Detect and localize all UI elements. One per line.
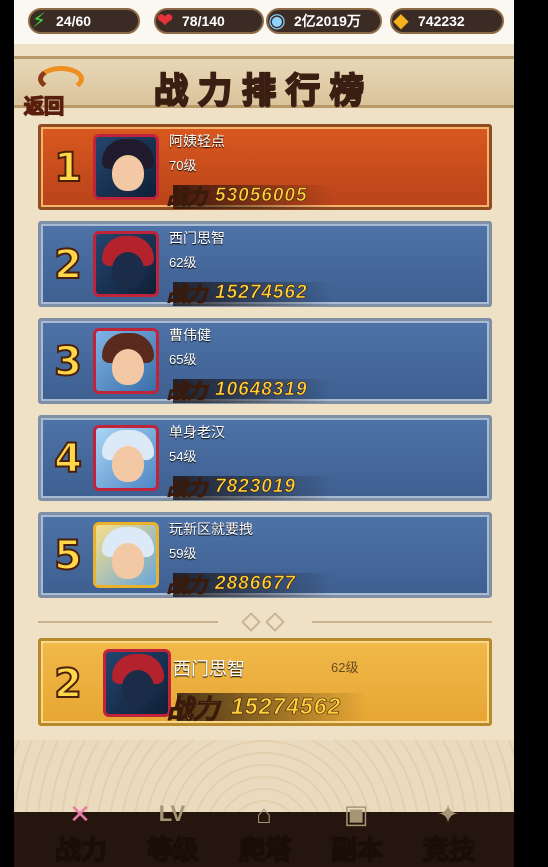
player-name: 阿姨轻点 [169, 133, 225, 149]
player-level: 59级 [169, 546, 197, 561]
tab-label: 等级 [146, 835, 200, 867]
my-player-level: 62级 [331, 660, 359, 675]
player-name: 西门思智 [169, 230, 225, 246]
rank-row[interactable]: 1 阿姨轻点 70级 战力 53056005 [38, 124, 492, 210]
gold-counter[interactable]: ◆ 742232 [390, 8, 504, 34]
rank-number: 1 [53, 144, 83, 192]
player-name: 曹伟健 [169, 327, 211, 343]
player-level: 65级 [169, 352, 197, 367]
rank-row[interactable]: 5 玩新区就要拽 59级 战力 2886677 [38, 512, 492, 598]
energy-counter[interactable]: ⚡ 24/60 [28, 8, 140, 34]
power-label: 战力 [167, 573, 208, 598]
my-rank-number: 2 [53, 660, 83, 708]
my-power-label: 战力 [166, 695, 220, 726]
health-value: 78/140 [182, 13, 225, 29]
player-name: 单身老汉 [169, 424, 225, 440]
dungeon-icon: ▣ [343, 798, 369, 829]
player-level: 62级 [169, 255, 197, 270]
player-name: 玩新区就要拽 [169, 521, 253, 537]
avatar [93, 231, 159, 297]
my-player-name: 西门思智 [173, 659, 245, 679]
power-label: 战力 [167, 282, 208, 307]
tab-dungeon[interactable]: ▣ 副本 [312, 796, 402, 867]
power-label: 战力 [167, 185, 208, 210]
tab-label: 爬塔 [238, 835, 292, 867]
gold-value: 742232 [418, 13, 465, 29]
tab-label: 副本 [330, 835, 384, 867]
lv-icon: LV [158, 801, 186, 826]
power-value: 53056005 [215, 185, 308, 207]
power-value: 2886677 [215, 573, 296, 595]
rank-row[interactable]: 4 单身老汉 54级 战力 7823019 [38, 415, 492, 501]
rank-number: 2 [53, 241, 83, 289]
tab-power[interactable]: ✕ 战力 [36, 796, 126, 867]
avatar [93, 134, 159, 200]
power-value: 10648319 [215, 379, 308, 401]
player-level: 54级 [169, 449, 197, 464]
rank-row[interactable]: 3 曹伟健 65级 战力 10648319 [38, 318, 492, 404]
power-value: 15274562 [215, 282, 308, 304]
feather-icon: ✕ [69, 798, 91, 829]
health-counter[interactable]: ❤ 78/140 [154, 8, 264, 34]
rank-number: 3 [53, 338, 83, 386]
player-level: 70级 [169, 158, 197, 173]
avatar [103, 649, 171, 717]
power-value: 7823019 [215, 476, 296, 498]
bottom-nav: ✕ 战力 LV 等级 ⌂ 爬塔 ▣ 副本 ✦ 竞技 [14, 796, 514, 867]
coin-icon: ◉ [268, 10, 286, 32]
rank-number: 4 [53, 435, 83, 483]
avatar [93, 425, 159, 491]
avatar [93, 522, 159, 588]
lightning-icon: ⚡ [31, 10, 47, 32]
tab-level[interactable]: LV 等级 [128, 796, 218, 867]
heart-icon: ❤ [156, 10, 174, 32]
gold-ingot-icon: ◆ [393, 10, 409, 32]
power-label: 战力 [167, 476, 208, 501]
coin-counter[interactable]: ◉ 2亿2019万 [266, 8, 382, 34]
my-power-value: 15274562 [231, 693, 342, 720]
back-button[interactable]: 返回 [23, 62, 94, 119]
game-screen: ⚡ 24/60 ❤ 78/140 ◉ 2亿2019万 ◆ 742232 战力排行… [14, 0, 514, 867]
tower-icon: ⌂ [256, 798, 272, 829]
back-arrow-icon [38, 66, 84, 92]
section-divider [38, 612, 492, 632]
arena-icon: ✦ [437, 798, 459, 829]
tab-label: 战力 [54, 835, 108, 867]
tab-label: 竞技 [422, 835, 476, 867]
rank-row[interactable]: 2 西门思智 62级 战力 15274562 [38, 221, 492, 307]
my-rank-row[interactable]: 2 西门思智 62级 战力 15274562 [38, 638, 492, 726]
rank-number: 5 [53, 532, 83, 580]
tab-arena[interactable]: ✦ 竞技 [404, 796, 494, 867]
resource-bar: ⚡ 24/60 ❤ 78/140 ◉ 2亿2019万 ◆ 742232 [14, 0, 514, 44]
avatar [93, 328, 159, 394]
power-label: 战力 [167, 379, 208, 404]
coin-value: 2亿2019万 [294, 13, 361, 29]
back-label: 返回 [23, 93, 65, 119]
energy-value: 24/60 [56, 13, 92, 29]
tab-tower[interactable]: ⌂ 爬塔 [220, 796, 310, 867]
